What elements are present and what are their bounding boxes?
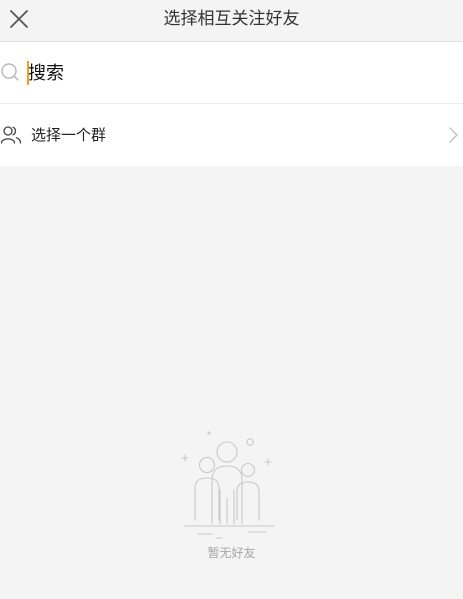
chevron-right-icon: [449, 127, 458, 143]
select-group-label: 选择一个群: [31, 126, 107, 144]
group-user-icon: [0, 126, 22, 144]
empty-state-message: 暂无好友: [207, 546, 256, 560]
search-icon: [1, 63, 19, 81]
page-title: 选择相互关注好友: [163, 9, 300, 29]
select-group-row[interactable]: 选择一个群: [0, 104, 463, 166]
top-bar: 选择相互关注好友: [0, 0, 463, 42]
search-input[interactable]: [28, 55, 448, 91]
search-bar[interactable]: [0, 42, 463, 104]
people-group-illustration: [181, 431, 275, 539]
